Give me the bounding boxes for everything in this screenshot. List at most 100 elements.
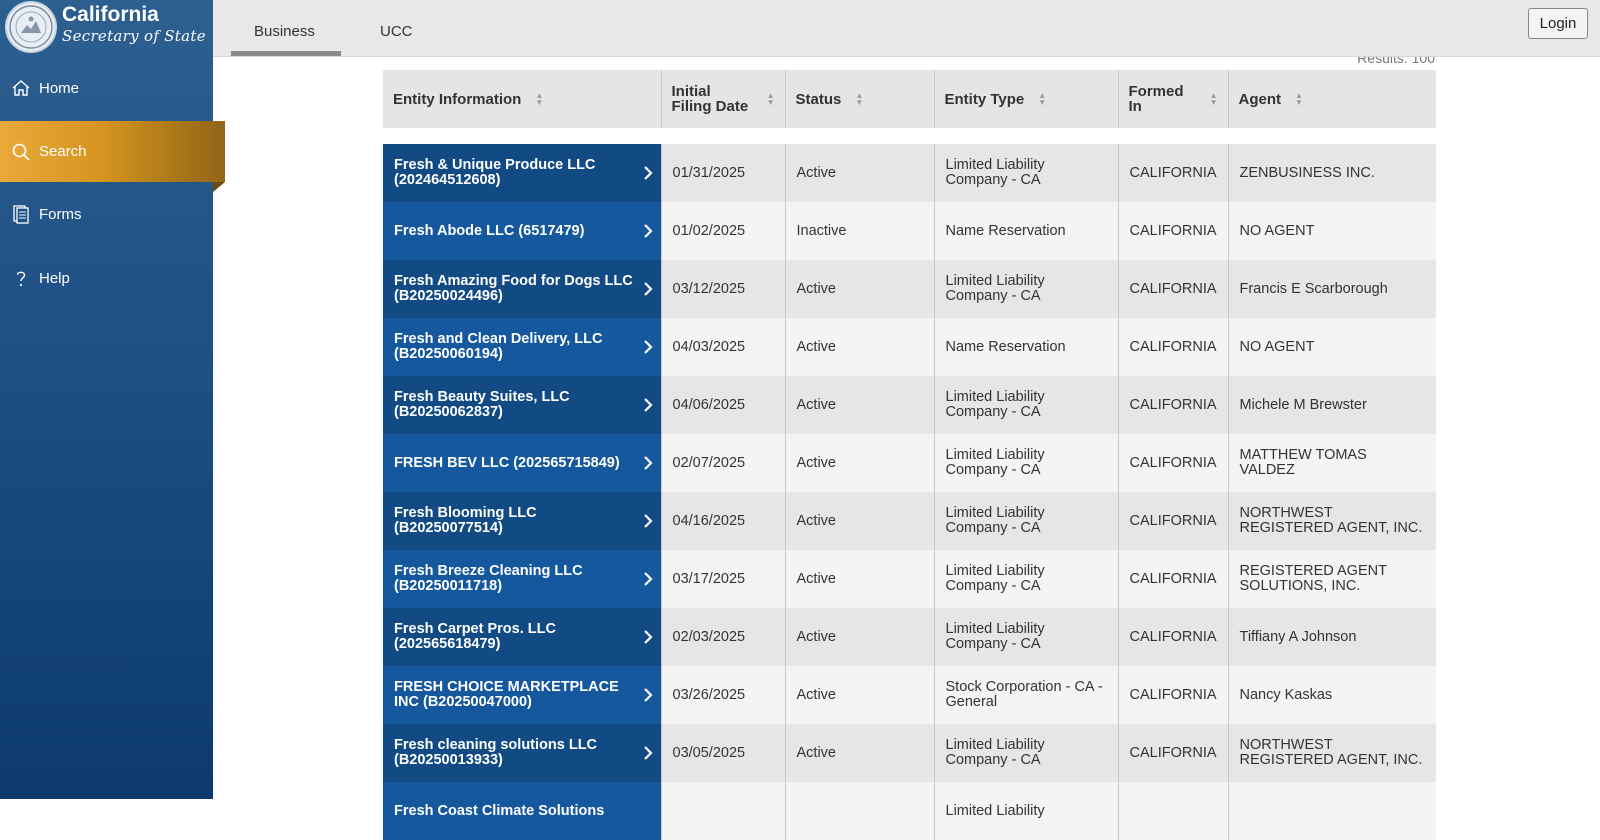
filing-date-cell: 01/31/2025 <box>661 144 786 202</box>
sidebar-item-home[interactable]: Home <box>0 63 213 113</box>
state-seal-icon <box>5 1 57 53</box>
entity-cell[interactable]: FRESH CHOICE MARKETPLACE INC (B202500470… <box>383 666 662 724</box>
results-table: Entity Information ▲ ▼ Initial Filing Date… <box>383 70 1436 840</box>
entity-link[interactable]: Fresh Amazing Food for Dogs LLC (B202500… <box>394 274 655 304</box>
entity-link[interactable]: FRESH BEV LLC (202565715849) <box>394 454 655 472</box>
agent-cell <box>1228 782 1436 840</box>
chevron-right-icon <box>643 340 653 354</box>
sidebar-item-label: Search <box>39 143 87 160</box>
chevron-right-icon <box>643 688 653 702</box>
table-row[interactable]: FRESH BEV LLC (202565715849) 02/07/2025 Ac… <box>383 434 1436 492</box>
column-header-agent[interactable]: Agent ▲ ▼ <box>1228 70 1436 128</box>
formed-in-cell: CALIFORNIA <box>1118 492 1229 550</box>
entity-name: Fresh Breeze Cleaning LLC (B20250011718) <box>394 563 583 594</box>
entity-type-cell: Limited Liability Company - CA <box>934 260 1119 318</box>
entity-cell[interactable]: FRESH BEV LLC (202565715849) <box>383 434 662 492</box>
status-cell: Active <box>785 550 935 608</box>
login-button[interactable]: Login <box>1528 8 1588 39</box>
sort-icon: ▲ ▼ <box>855 91 864 107</box>
table-spacer <box>383 128 1436 144</box>
sidebar-item-search[interactable]: Search <box>0 121 225 182</box>
entity-cell[interactable]: Fresh Blooming LLC (B20250077514) <box>383 492 662 550</box>
entity-name: Fresh Beauty Suites, LLC (B20250062837) <box>394 389 570 420</box>
brand[interactable]: California Secretary of State <box>0 0 213 56</box>
chevron-right-icon <box>643 398 653 412</box>
status-cell: Active <box>785 492 935 550</box>
filing-date-cell: 03/05/2025 <box>661 724 786 782</box>
entity-link[interactable]: Fresh Coast Climate Solutions <box>394 803 655 819</box>
help-icon <box>10 267 32 289</box>
table-row[interactable]: Fresh Carpet Pros. LLC (202565618479) 02/… <box>383 608 1436 666</box>
entity-name: Fresh Blooming LLC (B20250077514) <box>394 505 537 536</box>
entity-cell[interactable]: Fresh Coast Climate Solutions <box>383 782 662 840</box>
formed-in-cell: CALIFORNIA <box>1118 666 1229 724</box>
column-header-entity-type[interactable]: Entity Type ▲ ▼ <box>934 70 1119 128</box>
agent-cell: NORTHWEST REGISTERED AGENT, INC. <box>1239 505 1423 536</box>
formed-in-cell: CALIFORNIA <box>1118 318 1229 376</box>
status-cell: Active <box>785 666 935 724</box>
table-row[interactable]: Fresh Coast Climate Solutions Limited Lia… <box>383 782 1436 840</box>
entity-link[interactable]: Fresh Blooming LLC (B20250077514) <box>394 506 655 536</box>
tab-ucc[interactable]: UCC <box>380 23 413 40</box>
column-header-status[interactable]: Status ▲ ▼ <box>785 70 935 128</box>
entity-link[interactable]: Fresh Breeze Cleaning LLC (B20250011718) <box>394 564 655 594</box>
table-row[interactable]: Fresh cleaning solutions LLC (B202500139… <box>383 724 1436 782</box>
sidebar-item-forms[interactable]: Forms <box>0 189 213 239</box>
entity-cell[interactable]: Fresh Abode LLC (6517479) <box>383 202 662 260</box>
entity-link[interactable]: Fresh and Clean Delivery, LLC (B20250060… <box>394 332 655 362</box>
column-header-filing-date[interactable]: Initial Filing Date ▲ ▼ <box>661 70 786 128</box>
entity-name: Fresh Abode LLC (6517479) <box>394 222 585 239</box>
top-bar: Business UCC Login <box>213 0 1600 57</box>
status-cell: Active <box>785 318 935 376</box>
search-icon <box>10 141 32 163</box>
status-cell <box>785 782 935 840</box>
entity-type-cell: Limited Liability Company - CA <box>934 724 1119 782</box>
formed-in-cell: CALIFORNIA <box>1118 608 1229 666</box>
entity-link[interactable]: Fresh Abode LLC (6517479) <box>394 222 655 240</box>
entity-cell[interactable]: Fresh Breeze Cleaning LLC (B20250011718) <box>383 550 662 608</box>
entity-link[interactable]: Fresh Beauty Suites, LLC (B20250062837) <box>394 390 655 420</box>
entity-cell[interactable]: Fresh Amazing Food for Dogs LLC (B202500… <box>383 260 662 318</box>
status-cell: Inactive <box>785 202 935 260</box>
brand-title: California <box>62 3 159 26</box>
filing-date-cell: 03/26/2025 <box>661 666 786 724</box>
table-row[interactable]: Fresh Amazing Food for Dogs LLC (B202500… <box>383 260 1436 318</box>
table-row[interactable]: Fresh Breeze Cleaning LLC (B20250011718)… <box>383 550 1436 608</box>
sidebar-item-help[interactable]: Help <box>0 253 213 303</box>
entity-link[interactable]: Fresh cleaning solutions LLC (B202500139… <box>394 738 655 768</box>
entity-name: FRESH CHOICE MARKETPLACE INC (B202500470… <box>394 679 619 710</box>
table-row[interactable]: Fresh & Unique Produce LLC (202464512608… <box>383 144 1436 202</box>
table-row[interactable]: Fresh Beauty Suites, LLC (B20250062837) 0… <box>383 376 1436 434</box>
filing-date-cell: 03/12/2025 <box>661 260 786 318</box>
formed-in-cell: CALIFORNIA <box>1118 202 1229 260</box>
chevron-right-icon <box>643 514 653 528</box>
entity-link[interactable]: Fresh Carpet Pros. LLC (202565618479) <box>394 622 655 652</box>
entity-cell[interactable]: Fresh & Unique Produce LLC (202464512608… <box>383 144 662 202</box>
tab-business[interactable]: Business <box>254 23 315 40</box>
entity-type-cell: Stock Corporation - CA - General <box>934 666 1119 724</box>
home-icon <box>10 77 32 99</box>
formed-in-cell: CALIFORNIA <box>1118 376 1229 434</box>
entity-type-cell: Name Reservation <box>934 202 1119 260</box>
agent-cell: Michele M Brewster <box>1239 396 1367 413</box>
sidebar-item-label: Home <box>39 79 80 97</box>
column-header-entity[interactable]: Entity Information ▲ ▼ <box>383 70 662 128</box>
table-row[interactable]: Fresh Blooming LLC (B20250077514) 04/16/2… <box>383 492 1436 550</box>
formed-in-cell: CALIFORNIA <box>1118 724 1229 782</box>
status-cell: Active <box>785 434 935 492</box>
table-row[interactable]: Fresh Abode LLC (6517479) 01/02/2025 Inact… <box>383 202 1436 260</box>
sort-icon: ▲ ▼ <box>1209 91 1218 107</box>
filing-date-cell: 03/17/2025 <box>661 550 786 608</box>
entity-cell[interactable]: Fresh Carpet Pros. LLC (202565618479) <box>383 608 662 666</box>
entity-link[interactable]: Fresh & Unique Produce LLC (202464512608… <box>394 158 655 188</box>
table-row[interactable]: Fresh and Clean Delivery, LLC (B20250060… <box>383 318 1436 376</box>
column-header-formed-in[interactable]: Formed In ▲ ▼ <box>1118 70 1229 128</box>
table-row[interactable]: FRESH CHOICE MARKETPLACE INC (B202500470… <box>383 666 1436 724</box>
filing-date-cell: 04/06/2025 <box>661 376 786 434</box>
entity-link[interactable]: FRESH CHOICE MARKETPLACE INC (B202500470… <box>394 680 655 710</box>
entity-cell[interactable]: Fresh cleaning solutions LLC (B202500139… <box>383 724 662 782</box>
filing-date-cell <box>661 782 786 840</box>
entity-cell[interactable]: Fresh Beauty Suites, LLC (B20250062837) <box>383 376 662 434</box>
sort-icon: ▲ ▼ <box>766 91 775 107</box>
entity-cell[interactable]: Fresh and Clean Delivery, LLC (B20250060… <box>383 318 662 376</box>
